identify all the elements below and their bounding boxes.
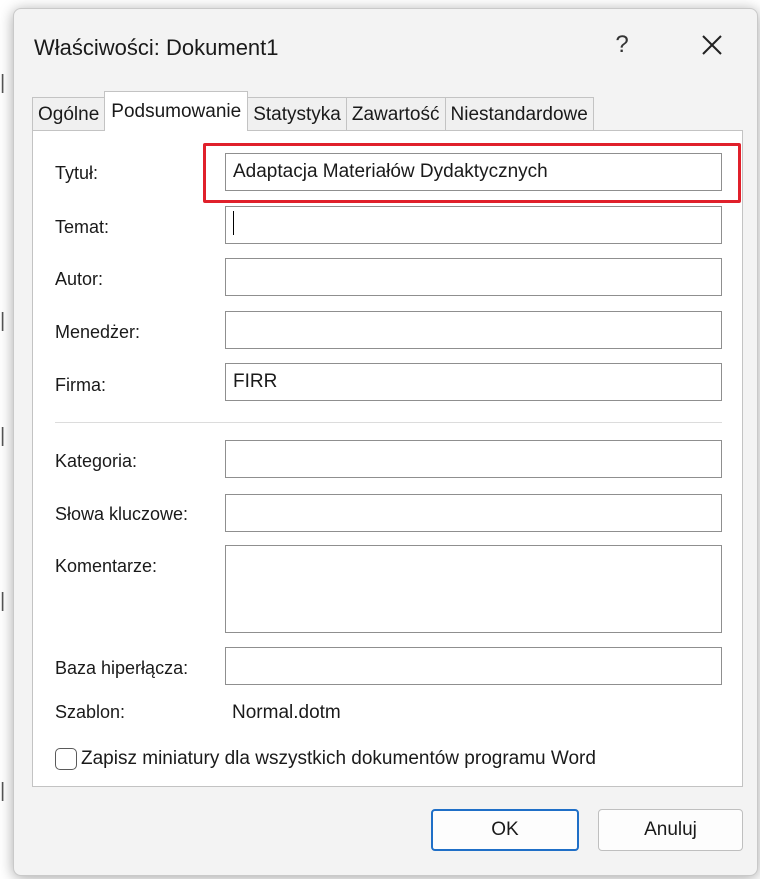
subject-label: Temat: — [55, 217, 110, 237]
thumbnail-option[interactable]: Zapisz miniatury dla wszystkich dokument… — [55, 748, 596, 770]
category-field[interactable] — [225, 440, 722, 478]
manager-label: Menedżer: — [55, 322, 141, 342]
comments-field[interactable] — [225, 545, 722, 633]
tab-contents[interactable]: Zawartość — [345, 97, 446, 131]
background-fragment: | — [0, 72, 6, 94]
tab-strip: Ogólne Podsumowanie Statystyka Zawartość… — [32, 91, 594, 131]
close-button[interactable] — [696, 29, 728, 61]
close-icon — [702, 35, 722, 55]
company-field[interactable]: FIRR — [225, 363, 722, 401]
author-label: Autor: — [55, 269, 104, 289]
tab-general[interactable]: Ogólne — [32, 97, 106, 131]
summary-panel: Tytuł: Adaptacja Materiałów Dydaktycznyc… — [32, 130, 743, 787]
thumbnail-checkbox[interactable] — [55, 748, 77, 770]
category-label: Kategoria: — [55, 451, 138, 471]
author-field[interactable] — [225, 258, 722, 296]
subject-field[interactable] — [225, 206, 722, 244]
tab-statistics[interactable]: Statystyka — [247, 97, 347, 131]
ok-button[interactable]: OK — [431, 809, 579, 851]
template-label: Szablon: — [55, 702, 126, 722]
help-button[interactable]: ? — [610, 31, 634, 59]
title-field[interactable]: Adaptacja Materiałów Dydaktycznych — [225, 153, 722, 191]
keywords-field[interactable] — [225, 494, 722, 532]
background-fragment: | — [0, 310, 6, 332]
dialog-title: Właściwości: Dokument1 — [34, 35, 279, 60]
company-label: Firma: — [55, 375, 106, 395]
background-fragment: | — [0, 425, 6, 447]
hyperlink-base-field[interactable] — [225, 647, 722, 685]
section-divider — [55, 422, 722, 423]
text-caret — [233, 211, 234, 236]
title-label: Tytuł: — [55, 163, 99, 183]
template-value: Normal.dotm — [232, 702, 341, 723]
comments-label: Komentarze: — [55, 556, 158, 576]
tab-custom[interactable]: Niestandardowe — [444, 97, 594, 131]
tab-summary[interactable]: Podsumowanie — [104, 91, 249, 131]
keywords-label: Słowa kluczowe: — [55, 504, 189, 524]
properties-dialog: Właściwości: Dokument1 ? Ogólne Podsumow… — [13, 8, 758, 876]
dialog-titlebar[interactable]: Właściwości: Dokument1 ? — [14, 9, 757, 85]
thumbnail-checkbox-label[interactable]: Zapisz miniatury dla wszystkich dokument… — [81, 748, 596, 770]
background-fragment: | — [0, 590, 6, 612]
manager-field[interactable] — [225, 311, 722, 349]
background-fragment: | — [0, 780, 6, 802]
hyperlink-base-label: Baza hiperłącza: — [55, 658, 189, 678]
cancel-button[interactable]: Anuluj — [598, 809, 743, 851]
